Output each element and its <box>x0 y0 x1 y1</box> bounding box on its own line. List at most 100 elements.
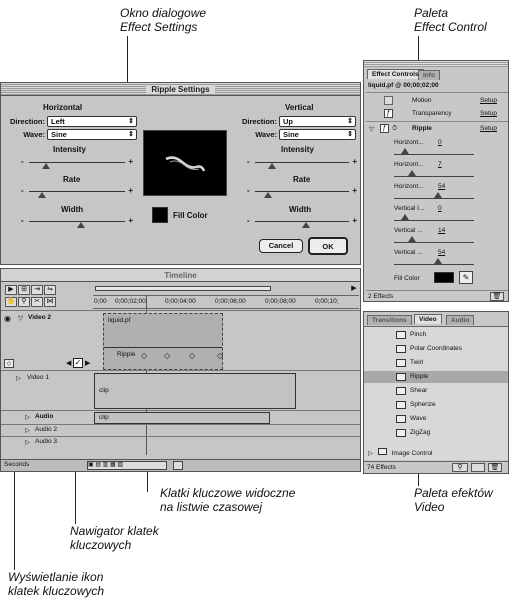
v-intensity-slider[interactable]: - + <box>247 157 357 169</box>
ripple-effect-bar[interactable] <box>104 347 222 348</box>
link-tool-icon[interactable]: ⇋ <box>44 285 56 295</box>
tab-audio[interactable]: Audio <box>446 315 475 325</box>
expand-triangle-icon[interactable]: ▷ <box>16 374 21 382</box>
param-thumb[interactable] <box>408 236 416 242</box>
range-select-tool-icon[interactable]: ⊞ <box>18 285 30 295</box>
effect-item[interactable]: Ripple <box>364 371 508 383</box>
folder-image-control[interactable]: ▷ Image Control <box>364 448 508 460</box>
effect-item[interactable]: Twirl <box>364 357 508 369</box>
time-ruler[interactable]: 0;00 0;00;02;00 0;00;04;00 0;00;06;00 0;… <box>93 295 359 309</box>
trash-icon[interactable]: 🗑 <box>488 463 502 472</box>
h-intensity-thumb[interactable] <box>42 163 50 169</box>
v-wave-select[interactable]: Sine ⇕ <box>279 129 356 140</box>
ripple-enable-checkbox[interactable]: ƒ <box>380 124 389 133</box>
v-width-slider[interactable]: - + <box>247 216 357 228</box>
expand-triangle-icon[interactable]: ▽ <box>18 314 23 322</box>
find-icon[interactable]: ⚲ <box>452 463 468 472</box>
param-slider[interactable] <box>394 258 474 266</box>
ok-button[interactable]: OK <box>308 237 348 255</box>
effect-item[interactable]: Spherize <box>364 399 508 411</box>
zoom-tool-icon[interactable]: ⚲ <box>18 297 30 307</box>
expand-triangle-icon[interactable]: ▷ <box>368 450 373 457</box>
tab-info[interactable]: Info <box>418 70 440 80</box>
effect-item[interactable]: ZigZag <box>364 427 508 439</box>
next-keyframe-icon[interactable]: ▶ <box>85 359 90 367</box>
param-slider[interactable] <box>394 192 474 200</box>
tab-video[interactable]: Video <box>414 314 442 324</box>
palette-titlebar[interactable] <box>364 61 508 67</box>
keyframe-stopwatch-icon[interactable]: ⏱ <box>392 125 397 133</box>
h-rate-slider[interactable]: - + <box>21 186 133 198</box>
param-value[interactable]: 54 <box>438 249 445 256</box>
keyframe-navigator-checkbox[interactable]: ✓ <box>73 358 83 368</box>
h-width-slider[interactable]: - + <box>21 216 133 228</box>
track-tool-icon[interactable]: ⇥ <box>31 285 43 295</box>
param-slider[interactable] <box>394 236 474 244</box>
tab-transitions[interactable]: Transitions <box>367 315 412 325</box>
dialog-titlebar[interactable]: Ripple Settings <box>1 83 360 96</box>
keyframe-marker[interactable]: ◇ <box>164 351 170 360</box>
transparency-checkbox[interactable]: ƒ <box>384 109 393 118</box>
v-rate-slider[interactable]: - + <box>247 186 357 198</box>
param-thumb[interactable] <box>434 192 442 198</box>
param-slider[interactable] <box>394 214 474 222</box>
keyframe-marker[interactable]: ◇ <box>141 351 147 360</box>
fill-color-swatch[interactable] <box>152 207 168 223</box>
effect-item[interactable]: Polar Coordinates <box>364 343 508 355</box>
effect-item[interactable]: Wave <box>364 413 508 425</box>
effect-item[interactable]: Shear <box>364 385 508 397</box>
param-value[interactable]: 54 <box>438 183 445 190</box>
track-format-icon[interactable]: ▣ ▤ ▥ ▦ ▧ <box>87 461 167 470</box>
timeline-scroll-right[interactable]: ▶ <box>349 284 359 293</box>
keyframe-icons-toggle[interactable]: ◇ <box>4 359 14 368</box>
fill-color-swatch[interactable] <box>434 272 454 283</box>
v-width-thumb[interactable] <box>302 222 310 228</box>
h-width-thumb[interactable] <box>77 222 85 228</box>
clip-audio1[interactable]: clip <box>94 412 270 424</box>
clip-video1[interactable]: clip <box>94 373 296 409</box>
param-thumb[interactable] <box>401 148 409 154</box>
keyframe-marker[interactable]: ◇ <box>189 351 195 360</box>
trash-icon[interactable]: 🗑 <box>490 292 504 301</box>
v-rate-thumb[interactable] <box>264 192 272 198</box>
effect-item[interactable]: Pinch <box>364 329 508 341</box>
expand-triangle-icon[interactable]: ▷ <box>25 438 30 446</box>
in-out-tool-icon[interactable]: ⋈ <box>44 297 56 307</box>
expand-triangle-icon[interactable]: ▽ <box>369 125 374 133</box>
h-direction-select[interactable]: Left ⇕ <box>47 116 137 127</box>
param-value[interactable]: 7 <box>438 161 442 168</box>
transparency-setup-link[interactable]: Setup <box>480 110 497 117</box>
clip-liquid[interactable]: liquid.pf <box>103 313 223 370</box>
expand-triangle-icon[interactable]: ▷ <box>25 426 30 434</box>
timeline-titlebar[interactable]: Timeline <box>1 269 360 282</box>
param-slider[interactable] <box>394 148 474 156</box>
monitor-icon[interactable] <box>173 461 183 470</box>
v-direction-select[interactable]: Up ⇕ <box>279 116 356 127</box>
param-thumb[interactable] <box>408 170 416 176</box>
h-rate-thumb[interactable] <box>38 192 46 198</box>
h-intensity-slider[interactable]: - + <box>21 157 133 169</box>
work-area-bar[interactable] <box>95 286 271 291</box>
param-value[interactable]: 0 <box>438 139 442 146</box>
eye-icon[interactable]: ◉ <box>4 314 11 323</box>
param-thumb[interactable] <box>434 258 442 264</box>
keyframe-marker[interactable]: ◇ <box>217 351 223 360</box>
motion-setup-link[interactable]: Setup <box>480 97 497 104</box>
param-slider[interactable] <box>394 170 474 178</box>
hand-tool-icon[interactable]: ✋ <box>5 297 17 307</box>
prev-keyframe-icon[interactable]: ◀ <box>66 359 71 367</box>
razor-tool-icon[interactable]: ✂ <box>31 297 43 307</box>
param-thumb[interactable] <box>401 214 409 220</box>
tab-effect-controls[interactable]: Effect Controls <box>367 69 424 79</box>
time-unit-select[interactable]: Seconds <box>4 461 29 468</box>
h-wave-select[interactable]: Sine ⇕ <box>47 129 137 140</box>
ripple-setup-link[interactable]: Setup <box>480 125 497 132</box>
new-folder-icon[interactable] <box>471 463 485 472</box>
v-intensity-thumb[interactable] <box>268 163 276 169</box>
eyedropper-icon[interactable]: ✎ <box>459 271 473 284</box>
cancel-button[interactable]: Cancel <box>259 239 303 253</box>
param-value[interactable]: 0 <box>438 205 442 212</box>
motion-checkbox[interactable] <box>384 96 393 105</box>
selection-tool-icon[interactable]: ▶ <box>5 285 17 295</box>
param-value[interactable]: 14 <box>438 227 445 234</box>
